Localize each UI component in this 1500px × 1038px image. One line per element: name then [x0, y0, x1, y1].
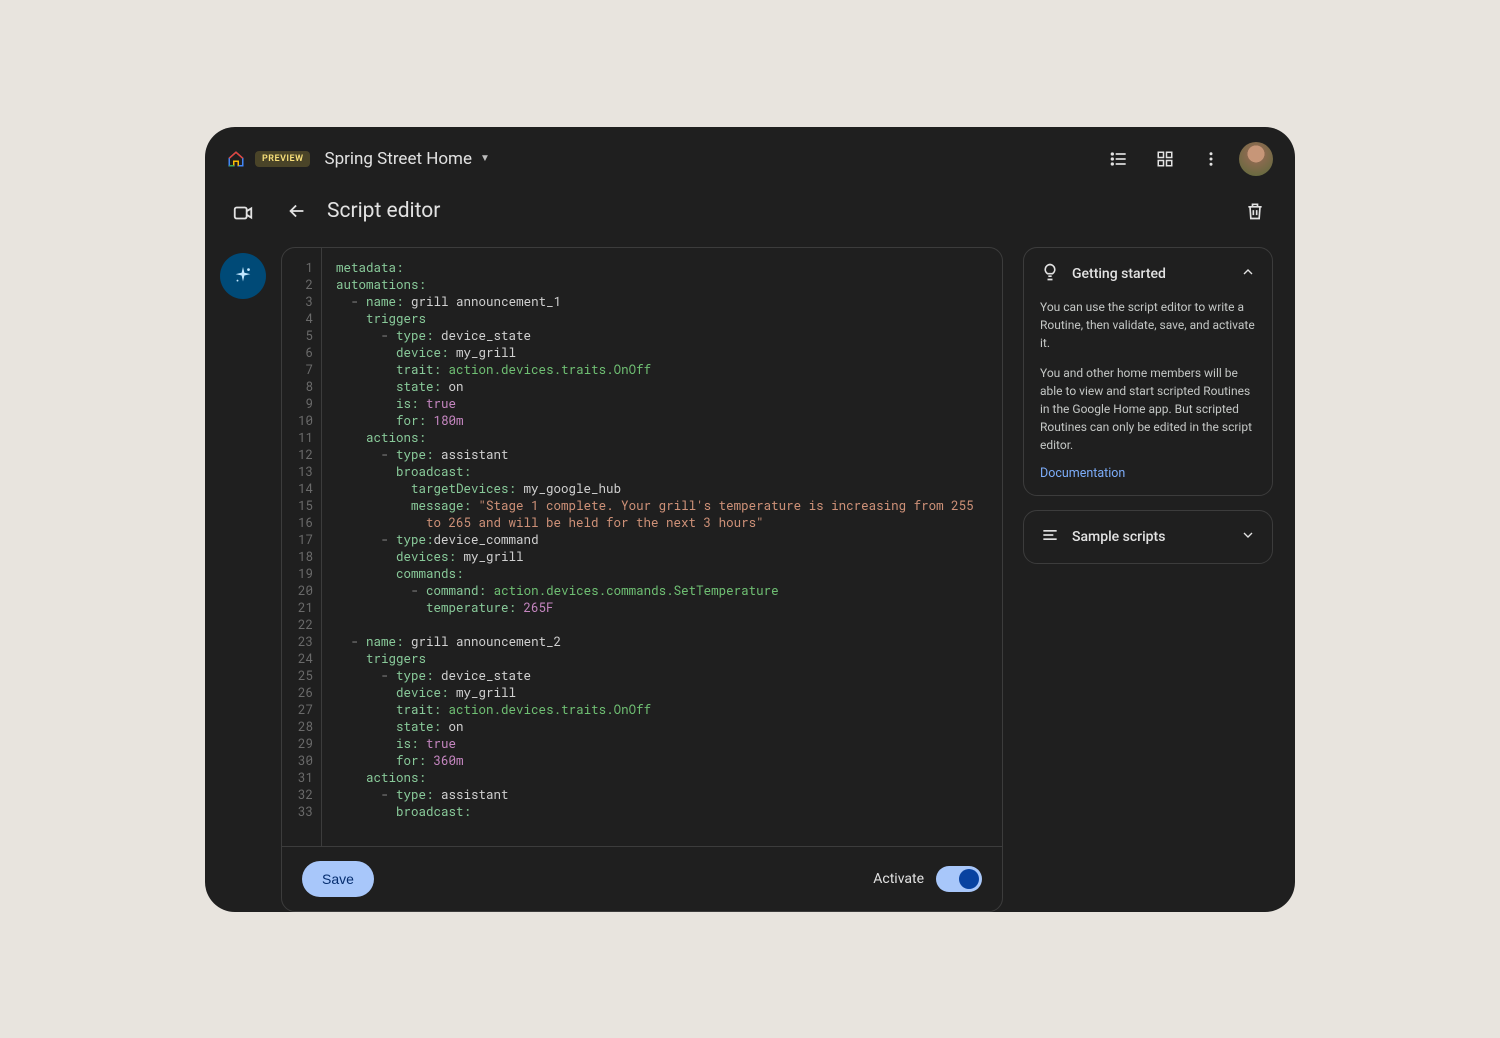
- right-column: Getting started You can use the script e…: [1023, 247, 1273, 912]
- gs-p2: You and other home members will be able …: [1040, 364, 1256, 454]
- gs-p1: You can use the script editor to write a…: [1040, 298, 1256, 352]
- toggle-knob: [959, 869, 979, 889]
- page-row: 1 2 3 4 5 6 7 8 9 10 11 12 13 14 15 16 1…: [281, 247, 1273, 912]
- home-selector[interactable]: Spring Street Home ▼: [324, 149, 489, 169]
- documentation-link[interactable]: Documentation: [1040, 466, 1125, 481]
- list-view-icon[interactable]: [1101, 141, 1137, 177]
- sample-scripts-header[interactable]: Sample scripts: [1040, 525, 1256, 549]
- line-gutter: 1 2 3 4 5 6 7 8 9 10 11 12 13 14 15 16 1…: [282, 248, 322, 846]
- back-icon[interactable]: [281, 195, 313, 227]
- sidebar: [205, 187, 281, 912]
- sample-scripts-card: Sample scripts: [1023, 510, 1273, 564]
- page-header: Script editor: [281, 187, 1273, 247]
- grid-view-icon[interactable]: [1147, 141, 1183, 177]
- chevron-up-icon: [1240, 264, 1256, 284]
- sparkle-icon[interactable]: [220, 253, 266, 299]
- page-title: Script editor: [327, 199, 1223, 223]
- chevron-down-icon: ▼: [480, 153, 490, 164]
- save-button[interactable]: Save: [302, 861, 374, 897]
- trash-icon[interactable]: [1237, 193, 1273, 229]
- code-text[interactable]: metadata: automations: - name: grill ann…: [322, 248, 1002, 846]
- getting-started-header[interactable]: Getting started: [1040, 262, 1256, 286]
- list-icon: [1040, 525, 1060, 549]
- activate-label: Activate: [873, 871, 924, 887]
- chevron-down-icon: [1240, 527, 1256, 547]
- code-area[interactable]: 1 2 3 4 5 6 7 8 9 10 11 12 13 14 15 16 1…: [282, 248, 1002, 846]
- editor-panel: 1 2 3 4 5 6 7 8 9 10 11 12 13 14 15 16 1…: [281, 247, 1003, 912]
- app-window: PREVIEW Spring Street Home ▼: [205, 127, 1295, 912]
- content: Script editor 1 2 3 4 5 6 7 8 9 10 11 12…: [281, 187, 1295, 912]
- google-home-logo-icon[interactable]: [227, 150, 245, 168]
- body: Script editor 1 2 3 4 5 6 7 8 9 10 11 12…: [205, 187, 1295, 912]
- preview-badge: PREVIEW: [255, 151, 310, 167]
- camera-icon[interactable]: [223, 193, 263, 233]
- topbar: PREVIEW Spring Street Home ▼: [205, 127, 1295, 187]
- sample-scripts-title: Sample scripts: [1072, 529, 1228, 545]
- getting-started-card: Getting started You can use the script e…: [1023, 247, 1273, 496]
- editor-footer: Save Activate: [282, 846, 1002, 911]
- getting-started-body: You can use the script editor to write a…: [1040, 298, 1256, 454]
- avatar[interactable]: [1239, 142, 1273, 176]
- getting-started-title: Getting started: [1072, 266, 1228, 282]
- more-vert-icon[interactable]: [1193, 141, 1229, 177]
- lightbulb-icon: [1040, 262, 1060, 286]
- activate-toggle[interactable]: [936, 866, 982, 892]
- home-name: Spring Street Home: [324, 149, 472, 169]
